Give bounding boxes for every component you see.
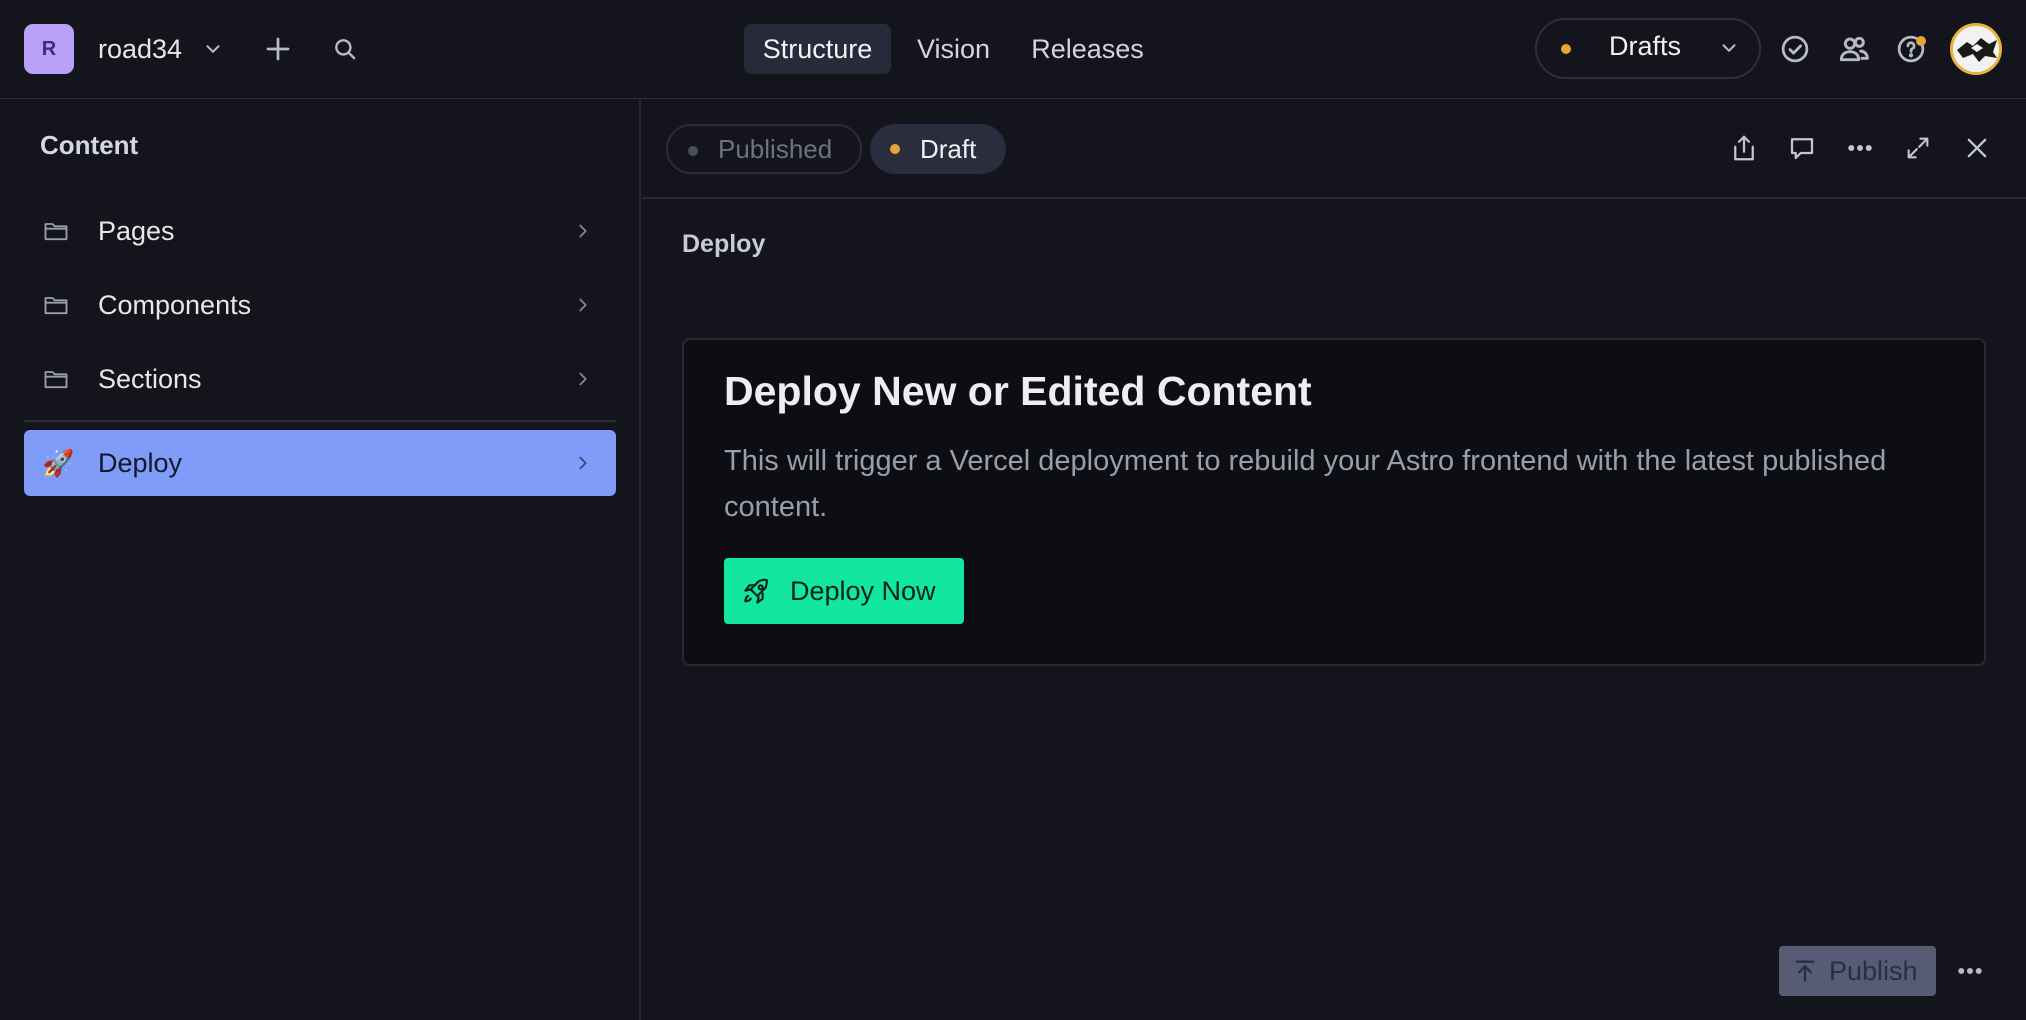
publish-icon	[1791, 957, 1819, 985]
card-description: This will trigger a Vercel deployment to…	[724, 445, 1887, 523]
close-icon[interactable]	[1957, 128, 1997, 168]
workspace-badge[interactable]: R	[24, 24, 74, 74]
rocket-icon	[740, 576, 772, 608]
chevron-right-icon	[572, 368, 594, 390]
sidebar-item-label: Pages	[98, 215, 175, 246]
draft-status-pill[interactable]: Draft	[870, 124, 1006, 174]
chevron-right-icon	[572, 294, 594, 316]
perspective-select[interactable]: Drafts	[1535, 18, 1761, 79]
folder-icon	[42, 291, 70, 319]
plus-icon[interactable]	[263, 34, 293, 64]
sidebar-divider	[24, 420, 616, 422]
publish-label: Publish	[1829, 955, 1918, 986]
chevron-down-icon[interactable]	[200, 36, 226, 62]
sidebar-title: Content	[40, 130, 139, 160]
notification-dot	[1916, 36, 1926, 46]
deploy-now-button[interactable]: Deploy Now	[724, 558, 964, 624]
chevron-down-icon	[1718, 37, 1742, 61]
more-icon[interactable]	[1952, 955, 1988, 987]
sidebar-item-deploy[interactable]: 🚀 Deploy	[24, 430, 616, 496]
tab-structure[interactable]: Structure	[744, 24, 891, 74]
chevron-right-icon	[572, 452, 594, 474]
more-icon[interactable]	[1840, 128, 1880, 168]
avatar[interactable]	[1950, 23, 2002, 75]
section-label: Deploy	[682, 230, 766, 258]
published-dot	[688, 146, 698, 156]
sidebar-item-components[interactable]: Components	[24, 272, 616, 338]
expand-icon[interactable]	[1898, 128, 1938, 168]
check-circle-icon[interactable]	[1779, 33, 1811, 65]
draft-status-dot	[1561, 44, 1571, 54]
published-status-pill[interactable]: Published	[666, 124, 862, 174]
workspace-name[interactable]: road34	[98, 30, 182, 68]
folder-icon	[42, 217, 70, 245]
tab-releases[interactable]: Releases	[1016, 24, 1159, 74]
draft-label: Draft	[920, 133, 977, 164]
search-icon[interactable]	[331, 35, 359, 63]
sidebar-item-label: Sections	[98, 363, 202, 394]
sidebar-item-label: Components	[98, 289, 252, 320]
users-icon[interactable]	[1837, 32, 1871, 66]
sidebar-item-pages[interactable]: Pages	[24, 198, 616, 264]
comment-icon[interactable]	[1782, 128, 1822, 168]
sidebar-item-sections[interactable]: Sections	[24, 346, 616, 412]
card-title: Deploy New or Edited Content	[724, 368, 1312, 414]
deploy-now-label: Deploy Now	[790, 575, 936, 606]
folder-icon	[42, 365, 70, 393]
rocket-icon: 🚀	[42, 448, 75, 478]
tab-vision[interactable]: Vision	[899, 24, 1008, 74]
perspective-label: Drafts	[1609, 31, 1682, 61]
draft-dot	[890, 144, 900, 154]
publish-button[interactable]: Publish	[1779, 946, 1936, 996]
share-icon[interactable]	[1724, 128, 1764, 168]
published-label: Published	[718, 133, 833, 164]
chevron-right-icon	[572, 220, 594, 242]
sidebar-item-label: Deploy	[98, 447, 183, 478]
